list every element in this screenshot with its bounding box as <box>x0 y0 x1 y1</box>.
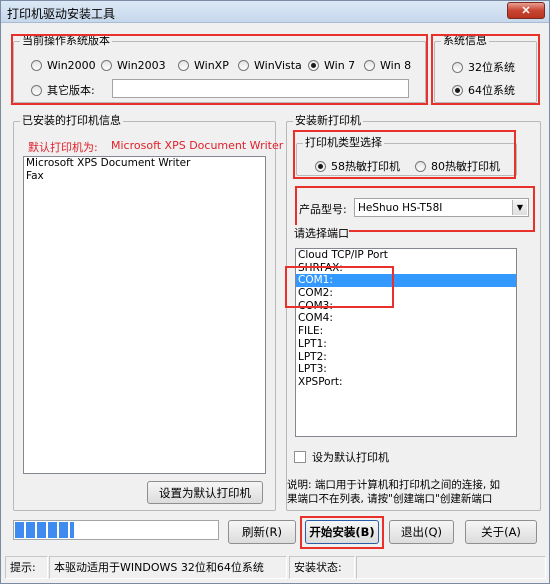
exit-button[interactable]: 退出(Q) <box>389 520 454 544</box>
list-item[interactable]: COM4: <box>296 312 516 325</box>
installed-printers-list[interactable]: Microsoft XPS Document Writer Fax <box>23 156 266 474</box>
list-item[interactable]: LPT1: <box>296 338 516 351</box>
install-status-value <box>356 556 546 579</box>
default-printer-label: 默认打印机为: <box>28 141 98 154</box>
list-item[interactable]: Fax <box>24 170 265 183</box>
about-button[interactable]: 关于(A) <box>465 520 537 544</box>
start-install-highlight-box <box>300 516 384 549</box>
list-item[interactable]: XPSPort: <box>296 376 516 389</box>
status-hint-label: 提示: <box>5 556 48 579</box>
checkbox-label: 设为默认打印机 <box>312 451 389 464</box>
list-item[interactable]: Cloud TCP/IP Port <box>296 249 516 262</box>
checkbox-box <box>294 451 306 463</box>
close-button[interactable]: ✕ <box>507 2 545 19</box>
default-printer-name: Microsoft XPS Document Writer <box>111 139 284 152</box>
title-bar: 打印机驱动安装工具 ✕ <box>1 1 549 23</box>
window-title: 打印机驱动安装工具 <box>7 7 116 21</box>
set-default-checkbox[interactable]: 设为默认打印机 <box>294 449 389 465</box>
system-info-highlight-box <box>431 34 540 105</box>
status-hint-text: 本驱动适用于WINDOWS 32位和64位系统 <box>49 556 287 579</box>
install-progress-bar <box>13 520 219 540</box>
installed-printers-group-title: 已安装的打印机信息 <box>20 114 123 128</box>
list-item[interactable]: Microsoft XPS Document Writer <box>24 157 265 170</box>
port-select-title: 请选择端口 <box>294 225 349 241</box>
set-default-printer-button[interactable]: 设置为默认打印机 <box>147 481 263 504</box>
printer-type-highlight-box <box>293 130 516 179</box>
install-status-label: 安装状态: <box>289 556 355 579</box>
installer-window: 打印机驱动安装工具 ✕ 当前操作系统版本 Win2000 Win2003 Win… <box>0 0 550 584</box>
port-highlight-box <box>285 266 394 308</box>
status-bar: 提示: 本驱动适用于WINDOWS 32位和64位系统 安装状态: <box>1 554 549 583</box>
progress-fill <box>15 522 75 538</box>
os-version-highlight-box <box>11 34 428 105</box>
list-item[interactable]: LPT2: <box>296 351 516 364</box>
list-item[interactable]: LPT3: <box>296 363 516 376</box>
port-note-line-2: 果端口不在列表, 请按"创建端口"创建新端口 <box>287 493 493 505</box>
port-note-line-1: 说明: 端口用于计算机和打印机之间的连接, 如 <box>287 479 501 491</box>
install-printer-group-title: 安装新打印机 <box>293 114 363 128</box>
list-item[interactable]: FILE: <box>296 325 516 338</box>
refresh-button[interactable]: 刷新(R) <box>228 520 296 544</box>
